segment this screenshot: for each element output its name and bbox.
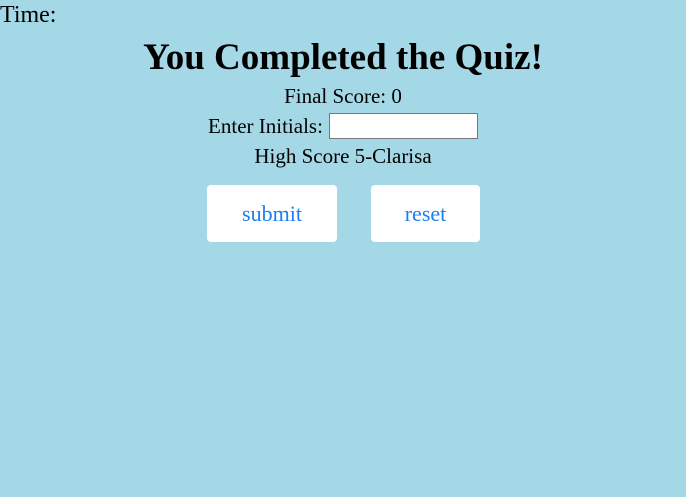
page-title: You Completed the Quiz! [143,37,543,78]
timer-label: Time: [0,2,57,28]
reset-button[interactable]: reset [371,185,480,242]
initials-label: Enter Initials: [208,113,323,138]
initials-row: Enter Initials: [0,113,686,139]
final-score: Final Score: 0 [284,84,402,108]
submit-button[interactable]: submit [207,185,337,242]
high-score: High Score 5-Clarisa [254,144,432,168]
initials-input[interactable] [328,113,478,139]
